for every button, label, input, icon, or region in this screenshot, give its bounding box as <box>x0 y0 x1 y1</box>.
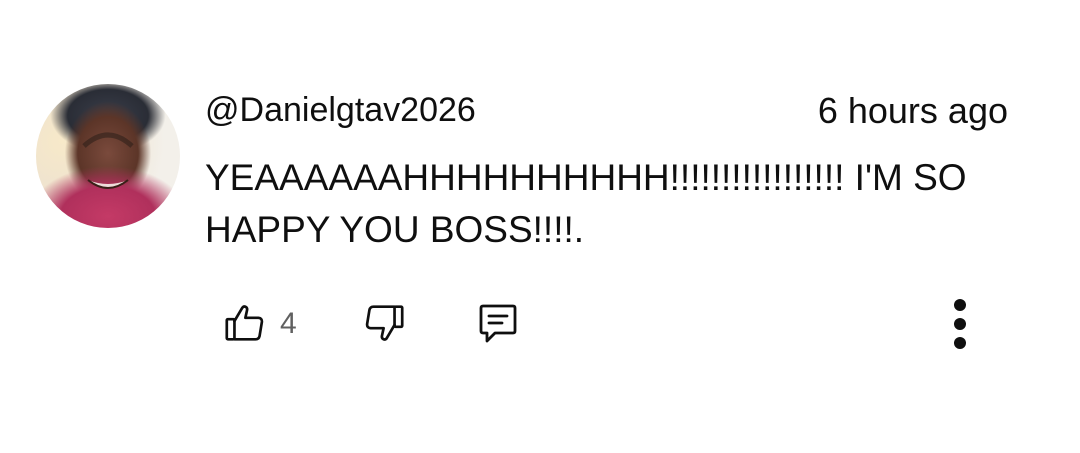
more-vertical-icon <box>952 297 968 354</box>
comment-timestamp: 6 hours ago <box>817 90 1008 131</box>
comment-actions: 4 <box>0 296 1080 356</box>
comment-card: @Danielgtav2026 6 hours ago YEAAAAAAHHHH… <box>0 0 1080 453</box>
avatar[interactable] <box>36 84 180 228</box>
reply-button[interactable] <box>470 296 526 352</box>
comment-text: YEAAAAAAHHHHHHHHHH!!!!!!!!!!!!!!!!! I'M … <box>205 157 967 250</box>
thumbs-down-icon <box>361 300 407 349</box>
like-count: 4 <box>280 307 297 340</box>
comment-icon <box>474 299 522 350</box>
like-button[interactable]: 4 <box>222 296 297 352</box>
thumbs-up-icon <box>222 300 268 349</box>
dislike-button[interactable] <box>358 296 410 352</box>
more-options-button[interactable] <box>938 296 982 354</box>
comment-author[interactable]: @Danielgtav2026 <box>205 90 476 130</box>
